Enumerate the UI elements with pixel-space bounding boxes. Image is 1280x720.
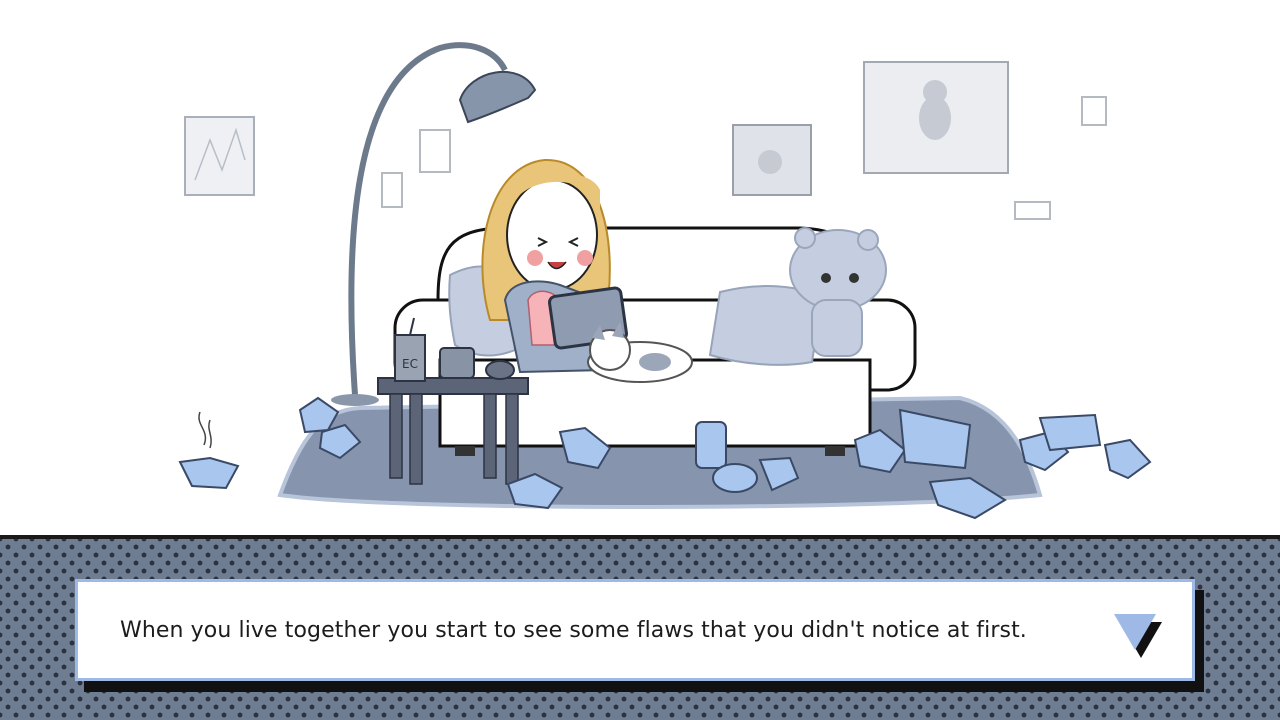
wall-frame-center	[732, 124, 812, 196]
wall-frame-right	[863, 61, 1009, 174]
dialogue-text: When you live together you start to see …	[120, 618, 1027, 643]
triangle-down-icon[interactable]	[1110, 610, 1166, 662]
wall-note	[381, 172, 403, 208]
steam-lines	[198, 411, 212, 449]
wall-note	[1081, 96, 1107, 126]
wall-frame-left	[184, 116, 255, 196]
wall-note	[1014, 201, 1051, 220]
game-scene: EC	[0, 0, 1280, 535]
cup-label: EC	[402, 357, 418, 371]
living-room-illustration: EC	[178, 42, 1152, 520]
dialogue-box[interactable]: When you live together you start to see …	[75, 579, 1195, 681]
wall-note	[419, 129, 451, 173]
